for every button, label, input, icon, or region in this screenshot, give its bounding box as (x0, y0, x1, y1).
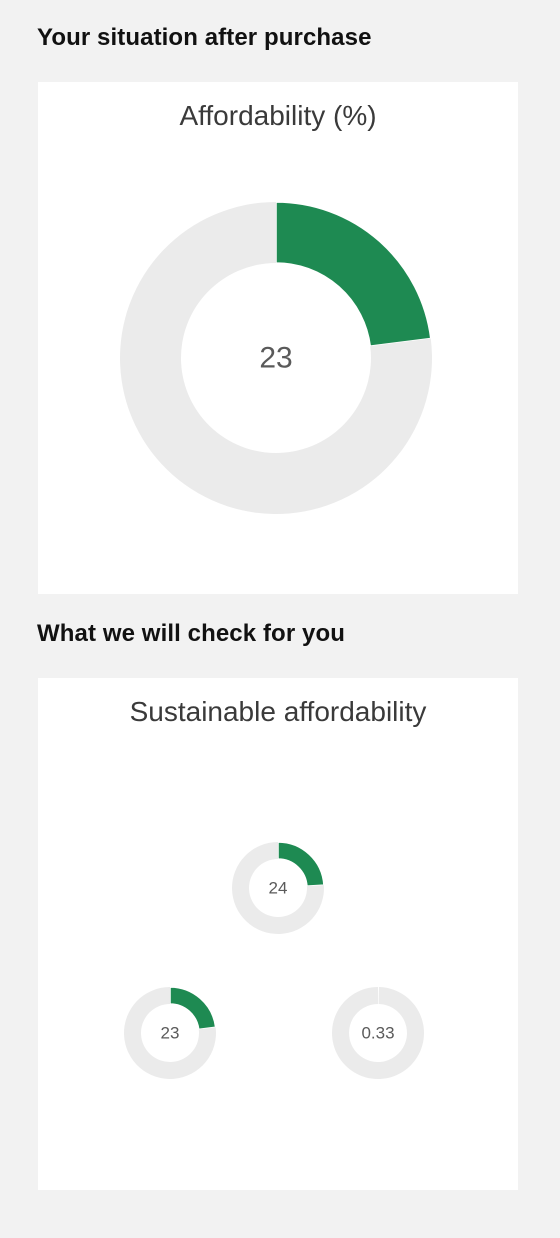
gauge-right-center-label: 0.33 (361, 1024, 394, 1043)
gauge-left-center-label: 23 (161, 1024, 180, 1043)
affordability-donut-center-label: 23 (259, 342, 292, 375)
affordability-donut-chart: 23 (120, 201, 432, 514)
check-heading: What we will check for you (37, 620, 345, 647)
affordability-donut-value-slice (275, 201, 432, 347)
sustainable-affordability-gauges: 24 23 0.33 (124, 841, 424, 1079)
gauge-top-center-label: 24 (269, 879, 288, 898)
affordability-card: Affordability (%) 23 (38, 82, 518, 594)
sustainable-affordability-card: Sustainable affordability 24 23 0.33 (38, 678, 518, 1190)
situation-heading: Your situation after purchase (37, 24, 372, 51)
